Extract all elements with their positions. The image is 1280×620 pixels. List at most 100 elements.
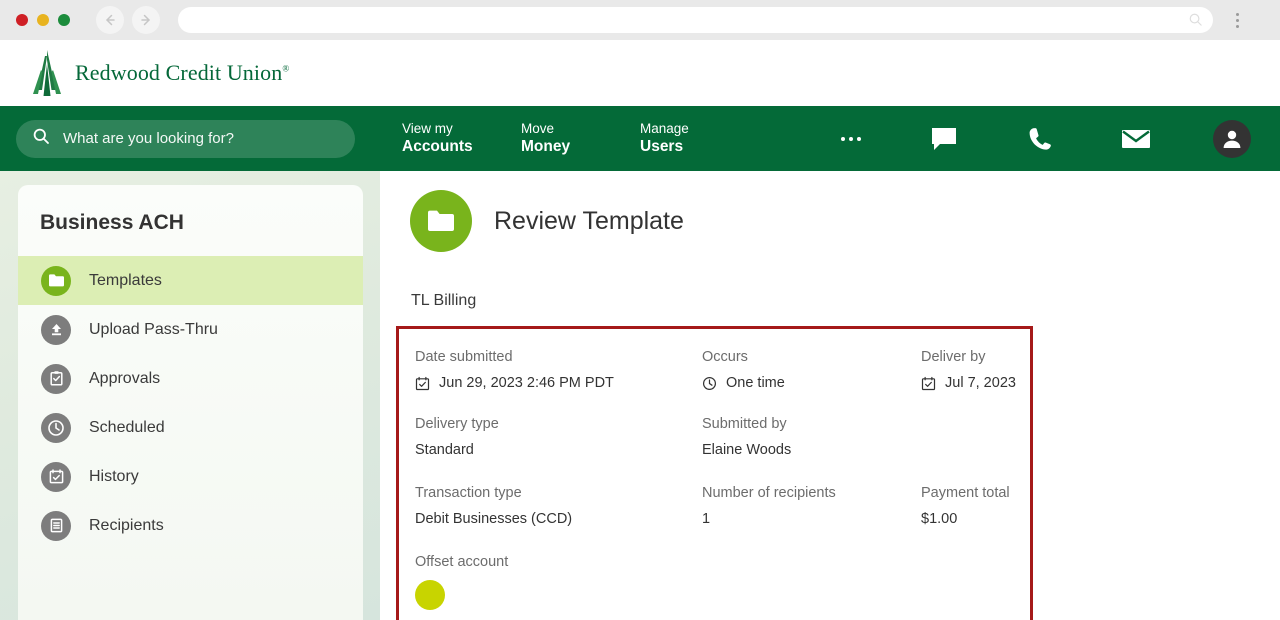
maximize-window-button[interactable] (58, 14, 70, 26)
detail-row: Transaction type Debit Businesses (CCD) … (415, 485, 1030, 527)
mail-icon (1122, 129, 1150, 148)
folder-icon (428, 210, 454, 231)
calendar-check-icon (415, 376, 430, 391)
close-window-button[interactable] (16, 14, 28, 26)
kebab-dot (1235, 24, 1239, 28)
nav-item-manage-users-label: Users (640, 138, 684, 156)
sidebar-item-history[interactable]: History (18, 452, 363, 501)
calendar-check-icon (921, 376, 936, 391)
nav-item-accounts[interactable]: View my Accounts (402, 120, 521, 157)
detail-label: Submitted by (702, 416, 787, 432)
clock-icon (41, 412, 71, 443)
forward-button[interactable] (132, 6, 160, 34)
search-icon (32, 127, 50, 150)
brand-name-text: Redwood Credit Union® (75, 60, 289, 86)
template-details-panel: Date submitted Jun 29, 2023 2:46 PM PDT (396, 326, 1033, 620)
detail-label: Delivery type (415, 416, 499, 432)
nav-item-manage-users-eyebrow: Manage (640, 120, 689, 136)
nav-item-manage-users[interactable]: Manage Users (640, 120, 759, 157)
site-search[interactable] (16, 119, 355, 158)
detail-number-of-recipients: Number of recipients 1 (702, 485, 921, 527)
account-circle-icon (415, 580, 445, 610)
detail-payment-total: Payment total $1.00 (921, 485, 1041, 527)
detail-row: Delivery type Standard Submitted by Elai… (415, 416, 1030, 458)
mail-button[interactable] (1088, 128, 1184, 150)
clipboard-check-icon (41, 363, 71, 394)
page-header: Review Template (380, 171, 1280, 252)
back-button[interactable] (96, 6, 124, 34)
detail-empty-cell (921, 416, 1041, 458)
detail-label: Payment total (921, 485, 1010, 501)
browser-menu-button[interactable] (1227, 12, 1247, 28)
sidebar-item-label: Templates (89, 271, 162, 289)
detail-deliver-by: Deliver by Jul 7, 2023 (921, 349, 1041, 391)
nav-links: View my Accounts Move Money Manage Users (402, 120, 759, 157)
detail-row: Date submitted Jun 29, 2023 2:46 PM PDT (415, 349, 1030, 391)
trademark-symbol: ® (282, 63, 290, 74)
search-input[interactable] (63, 130, 339, 147)
url-input[interactable] (190, 12, 1201, 28)
search-icon (1188, 12, 1203, 32)
detail-value: Jun 29, 2023 2:46 PM PDT (439, 375, 614, 391)
person-icon (1223, 130, 1241, 148)
page-folder-icon (410, 190, 472, 252)
window-controls (16, 14, 70, 26)
chat-icon (932, 127, 956, 150)
kebab-dot (1235, 18, 1239, 22)
detail-value: Jul 7, 2023 (945, 375, 1016, 391)
address-bar[interactable] (178, 7, 1213, 33)
detail-occurs: Occurs One time (702, 349, 921, 391)
detail-value-wrap: Jun 29, 2023 2:46 PM PDT (415, 375, 702, 391)
sidebar-item-label: Upload Pass-Thru (89, 320, 218, 338)
browser-nav-buttons (96, 6, 160, 34)
sidebar-item-templates[interactable]: Templates (18, 256, 363, 305)
brand-logo[interactable]: Redwood Credit Union® (30, 50, 289, 96)
nav-item-move-money-eyebrow: Move (521, 120, 555, 136)
sidebar-item-recipients[interactable]: Recipients (18, 501, 363, 550)
clock-icon (702, 376, 717, 391)
sidebar-item-scheduled[interactable]: Scheduled (18, 403, 363, 452)
detail-label: Offset account (415, 554, 509, 570)
detail-row: Offset account (415, 554, 1030, 610)
arrow-right-icon (141, 14, 150, 26)
sidebar-title: Business ACH (40, 211, 184, 234)
page-title: Review Template (494, 206, 684, 235)
sidebar-item-upload-pass-thru[interactable]: Upload Pass-Thru (18, 305, 363, 354)
detail-label: Occurs (702, 349, 748, 365)
minimize-window-button[interactable] (37, 14, 49, 26)
calendar-check-icon (41, 461, 71, 492)
folder-icon (41, 265, 71, 296)
detail-value: $1.00 (921, 511, 958, 527)
detail-label: Number of recipients (702, 485, 836, 501)
sidebar-item-approvals[interactable]: Approvals (18, 354, 363, 403)
nav-item-accounts-eyebrow: View my (402, 120, 453, 136)
detail-value: Elaine Woods (702, 442, 792, 458)
page-body: Business ACH Templates Upload Pass-Thru … (0, 171, 1280, 620)
detail-transaction-type: Transaction type Debit Businesses (CCD) (415, 485, 702, 527)
detail-delivery-type: Delivery type Standard (415, 416, 702, 458)
detail-value-wrap: One time (702, 375, 921, 391)
detail-value: One time (726, 375, 785, 391)
more-options-button[interactable] (806, 136, 896, 141)
sidebar-menu: Templates Upload Pass-Thru Approvals Sch… (18, 256, 363, 550)
list-icon (41, 510, 71, 541)
phone-icon (1029, 127, 1051, 150)
arrow-left-icon (106, 14, 115, 26)
detail-label: Deliver by (921, 349, 986, 365)
detail-offset-account: Offset account (415, 554, 702, 610)
detail-value-wrap: Jul 7, 2023 (921, 375, 1041, 391)
sidebar-item-label: Scheduled (89, 418, 165, 436)
template-name: TL Billing (411, 292, 477, 309)
phone-button[interactable] (992, 126, 1088, 152)
browser-chrome (0, 0, 1280, 40)
sidebar-item-label: History (89, 467, 139, 485)
sidebar: Business ACH Templates Upload Pass-Thru … (0, 171, 380, 620)
nav-item-move-money[interactable]: Move Money (521, 120, 640, 157)
detail-date-submitted: Date submitted Jun 29, 2023 2:46 PM PDT (415, 349, 702, 391)
detail-value: Standard (415, 442, 474, 458)
site-header: Redwood Credit Union® (0, 40, 1280, 106)
brand-name: Redwood Credit Union (75, 60, 283, 85)
detail-label: Date submitted (415, 349, 513, 365)
chat-button[interactable] (896, 126, 992, 152)
user-account-button[interactable] (1184, 119, 1280, 158)
